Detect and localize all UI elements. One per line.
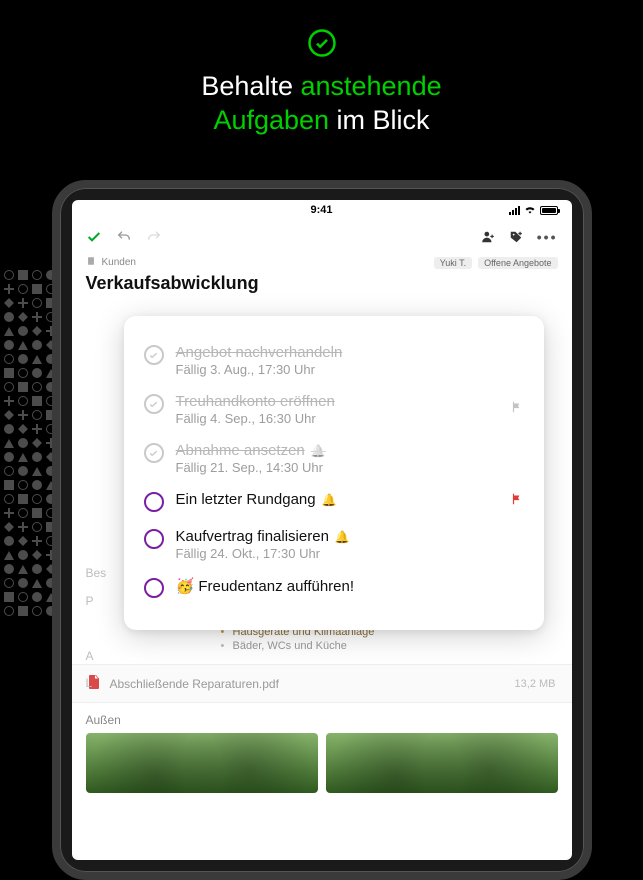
tag-add-button[interactable] — [509, 230, 523, 244]
notebook-name[interactable]: Kunden — [102, 257, 136, 268]
task-checkbox[interactable] — [144, 345, 164, 365]
battery-icon — [540, 206, 558, 215]
flag-icon[interactable] — [510, 400, 524, 419]
wifi-icon — [524, 204, 536, 217]
notebook-icon — [86, 256, 96, 269]
task-title: Angebot nachverhandeln — [176, 344, 498, 361]
undo-button[interactable] — [116, 229, 132, 245]
promo-text-part: Behalte — [201, 71, 300, 101]
task-due: Fällig 3. Aug., 17:30 Uhr — [176, 362, 498, 377]
task-checkbox[interactable] — [144, 443, 164, 463]
photo-row — [86, 733, 558, 793]
task-title: 🥳 Freudentanz aufführen! — [176, 577, 498, 595]
signal-icon — [509, 206, 520, 215]
task-due: Fällig 24. Okt., 17:30 Uhr — [176, 546, 498, 561]
text-fragment: Bes — [86, 560, 107, 588]
task-row[interactable]: 🥳 Freudentanz aufführen! — [144, 569, 524, 606]
note-body-fragment: Bes P A L — [86, 560, 107, 698]
task-title: Ein letzter Rundgang🔔 — [176, 491, 498, 508]
tasks-card: Angebot nachverhandelnFällig 3. Aug., 17… — [124, 316, 544, 630]
task-checkbox[interactable] — [144, 529, 164, 549]
promo-header: Behalte anstehende Aufgaben im Blick — [0, 0, 643, 138]
share-person-button[interactable] — [481, 230, 495, 244]
task-row[interactable]: Angebot nachverhandelnFällig 3. Aug., 17… — [144, 336, 524, 385]
redo-button[interactable] — [146, 229, 162, 245]
text-fragment: L — [86, 670, 107, 698]
task-title: Kaufvertrag finalisieren🔔 — [176, 528, 498, 545]
tag-chip[interactable]: Offene Angebote — [478, 257, 557, 269]
task-due: Fällig 4. Sep., 16:30 Uhr — [176, 411, 498, 426]
task-checkbox[interactable] — [144, 578, 164, 598]
check-circle-icon — [307, 28, 337, 58]
done-button[interactable] — [86, 229, 102, 245]
attachment-row[interactable]: Abschließende Reparaturen.pdf 13,2 MB — [72, 664, 572, 703]
tag-chip[interactable]: Yuki T. — [434, 257, 472, 269]
photo-thumbnail[interactable] — [86, 733, 318, 793]
bell-icon: 🔔 — [322, 493, 337, 507]
task-checkbox[interactable] — [144, 492, 164, 512]
task-checkbox[interactable] — [144, 394, 164, 414]
flag-icon[interactable] — [510, 492, 524, 511]
attachment-name: Abschließende Reparaturen.pdf — [110, 677, 279, 691]
editor-toolbar: ••• — [72, 220, 572, 254]
promo-accent: Aufgaben — [213, 105, 329, 135]
task-due: Fällig 21. Sep., 14:30 Uhr — [176, 460, 498, 475]
bell-icon: 🔔 — [335, 530, 350, 544]
task-row[interactable]: Ein letzter Rundgang🔔 — [144, 483, 524, 520]
section-label: Außen — [86, 713, 558, 727]
app-screen: 9:41 — [72, 200, 572, 860]
status-bar: 9:41 — [72, 200, 572, 220]
promo-accent: anstehende — [300, 71, 441, 101]
promo-text: Behalte anstehende Aufgaben im Blick — [0, 70, 643, 138]
text-fragment: A — [86, 643, 107, 671]
task-row[interactable]: Abnahme ansetzen🔔Fällig 21. Sep., 14:30 … — [144, 434, 524, 483]
task-title: Abnahme ansetzen🔔 — [176, 442, 498, 459]
more-button[interactable]: ••• — [537, 229, 558, 245]
text-fragment: P — [86, 588, 107, 616]
meta-row: Kunden Yuki T. Offene Angebote — [72, 254, 572, 271]
decorative-shapes — [0, 270, 50, 670]
tablet-frame: 9:41 — [52, 180, 592, 880]
bell-icon: 🔔 — [311, 444, 326, 458]
task-title: Treuhandkonto eröffnen — [176, 393, 498, 410]
task-row[interactable]: Treuhandkonto eröffnenFällig 4. Sep., 16… — [144, 385, 524, 434]
attachment-size: 13,2 MB — [515, 678, 556, 690]
task-row[interactable]: Kaufvertrag finalisieren🔔Fällig 24. Okt.… — [144, 520, 524, 569]
status-time: 9:41 — [310, 204, 332, 216]
photo-thumbnail[interactable] — [326, 733, 558, 793]
list-item: Bäder, WCs und Küche — [221, 640, 558, 652]
promo-text-part: im Blick — [329, 105, 430, 135]
